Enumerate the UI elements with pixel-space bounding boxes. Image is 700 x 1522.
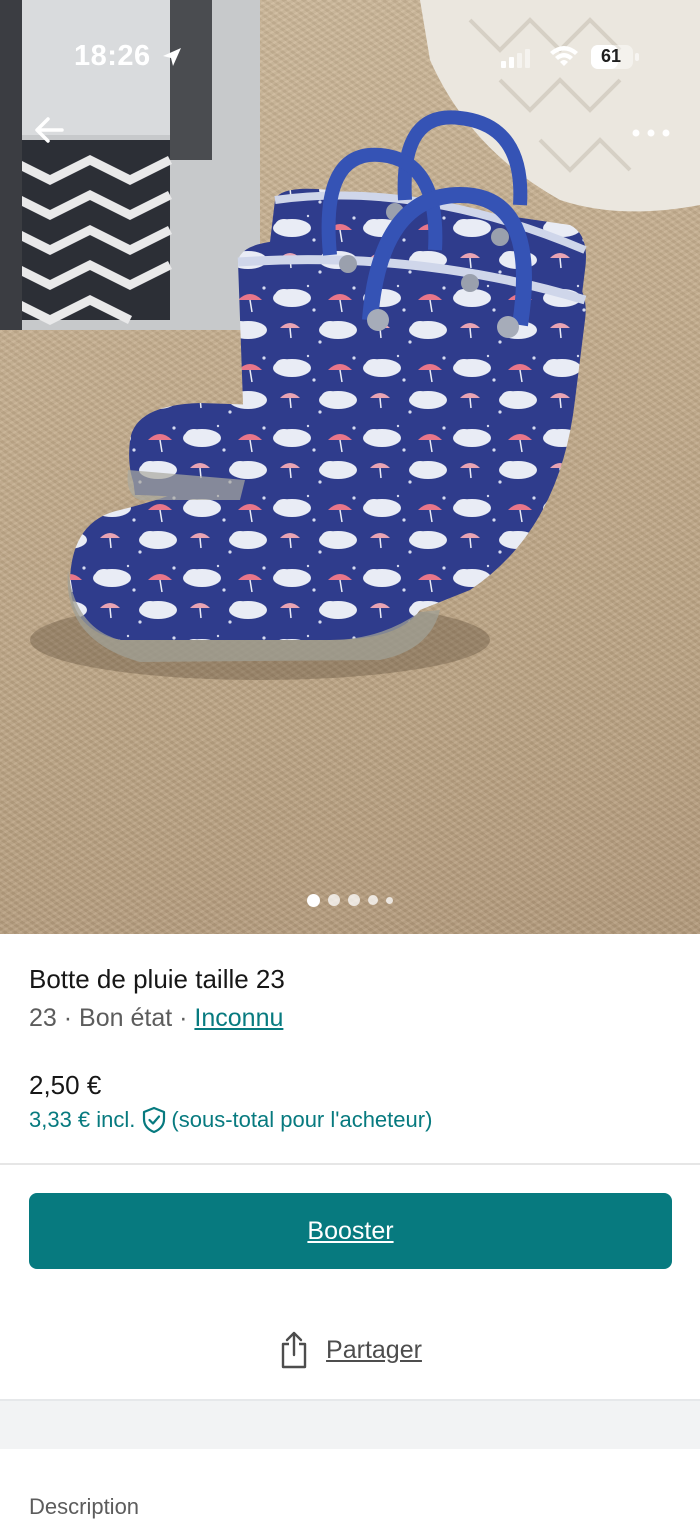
- item-photo: [0, 0, 700, 680]
- more-options-button[interactable]: [626, 110, 676, 154]
- description-heading: Description: [29, 1494, 140, 1519]
- location-arrow-icon: [163, 48, 181, 66]
- share-label: Partager: [326, 1335, 422, 1364]
- item-price: 2,50 €: [29, 1070, 102, 1100]
- item-condition: Bon état: [79, 1004, 173, 1032]
- wifi-icon: [550, 46, 578, 66]
- attribute-separator: ·: [63, 1004, 73, 1032]
- back-arrow-icon: [35, 117, 64, 143]
- battery-level: 61: [600, 46, 622, 66]
- carousel-indicator: [0, 890, 700, 910]
- booster-button[interactable]: Booster: [29, 1193, 672, 1269]
- shield-check-icon: [143, 1106, 166, 1134]
- section-divider: [0, 1163, 700, 1165]
- item-page: 18:26 61 Botte de pluie taille 23 23 · B…: [0, 0, 700, 1522]
- carousel-dot[interactable]: [328, 894, 340, 906]
- item-title: Botte de pluie taille 23: [29, 964, 285, 994]
- back-button[interactable]: [28, 108, 72, 152]
- status-bar: 18:26 61: [0, 0, 700, 116]
- section-spacer: [0, 1399, 700, 1449]
- item-size: 23: [29, 1004, 57, 1032]
- share-button[interactable]: Partager: [0, 1322, 700, 1378]
- item-brand-link[interactable]: Inconnu: [194, 1004, 283, 1032]
- carousel-dot[interactable]: [368, 895, 378, 905]
- item-photo-carousel[interactable]: 18:26 61: [0, 0, 700, 934]
- carousel-dot[interactable]: [348, 894, 360, 906]
- carousel-dot[interactable]: [386, 896, 393, 904]
- share-icon: [281, 1331, 307, 1369]
- carousel-dot[interactable]: [307, 893, 320, 907]
- item-attributes: 23 · Bon état · Inconnu: [29, 1004, 283, 1033]
- more-dots-icon: [632, 129, 670, 137]
- buyer-price: 3,33 € incl.: [29, 1107, 136, 1132]
- buyer-price-note: (sous-total pour l'acheteur): [171, 1107, 433, 1132]
- signal-icon: [501, 49, 530, 68]
- status-time: 18:26: [74, 40, 151, 72]
- attribute-separator: ·: [179, 1004, 188, 1032]
- buyer-price-info[interactable]: 3,33 € incl. (sous-total pour l'acheteur…: [29, 1106, 432, 1134]
